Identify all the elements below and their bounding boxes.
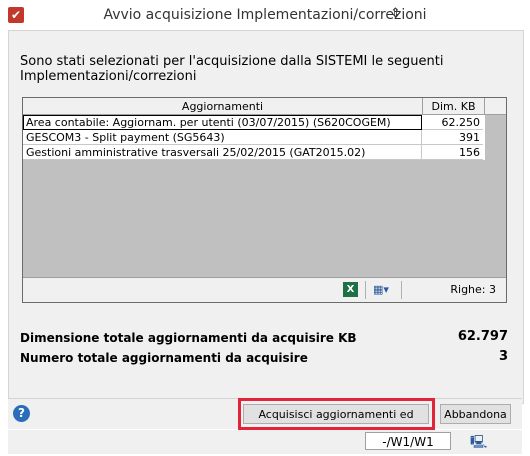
column-header-aggiornamenti[interactable]: Aggiornamenti	[23, 98, 423, 115]
grid-footer: X ▦▾ Righe: 3	[23, 277, 506, 302]
column-header-filler	[485, 98, 506, 115]
total-count-value: 3	[498, 349, 508, 364]
status-field: -/W1/W1	[365, 432, 451, 450]
total-size-value: 62.797	[457, 329, 508, 344]
title-bar: ✔ Avvio acquisizione Implementazioni/cor…	[0, 0, 530, 30]
excel-export-icon[interactable]: X	[343, 282, 358, 297]
toolbar-divider	[401, 281, 402, 299]
total-size-label: Dimensione totale aggiornamenti da acqui…	[20, 331, 357, 345]
grid-config-icon[interactable]: ▦▾	[373, 282, 395, 297]
updates-grid[interactable]: Aggiornamenti Dim. KB Area contabile: Ag…	[22, 97, 507, 303]
total-count-label: Numero totale aggiornamenti da acquisire	[20, 351, 308, 365]
dialog-window: ✔ Avvio acquisizione Implementazioni/cor…	[0, 0, 530, 456]
help-icon[interactable]: ?	[13, 405, 30, 422]
status-bar: -/W1/W1 🖳	[8, 430, 522, 454]
resize-cursor-icon: ⇕	[390, 6, 401, 21]
row-name: Area contabile: Aggiornam. per utenti (0…	[23, 115, 422, 130]
window-title: Avvio acquisizione Implementazioni/corre…	[103, 7, 427, 23]
monitor-icon[interactable]: 🖳	[470, 433, 487, 455]
abandon-button[interactable]: Abbandona	[440, 404, 511, 424]
row-name: Gestioni amministrative trasversali 25/0…	[23, 145, 422, 160]
row-count-label: Righe: 3	[450, 283, 496, 296]
table-row[interactable]: Gestioni amministrative trasversali 25/0…	[23, 145, 485, 160]
column-header-dim-kb[interactable]: Dim. KB	[423, 98, 485, 115]
row-size: 391	[422, 130, 483, 145]
table-row[interactable]: Area contabile: Aggiornam. per utenti (0…	[23, 115, 485, 130]
row-name: GESCOM3 - Split payment (SG5643)	[23, 130, 422, 145]
row-size: 156	[422, 145, 483, 160]
toolbar-divider	[365, 281, 366, 299]
table-row[interactable]: GESCOM3 - Split payment (SG5643) 391	[23, 130, 485, 145]
highlight-box	[238, 398, 435, 430]
row-size: 62.250	[422, 115, 483, 130]
intro-text: Sono stati selezionati per l'acquisizion…	[20, 54, 444, 84]
